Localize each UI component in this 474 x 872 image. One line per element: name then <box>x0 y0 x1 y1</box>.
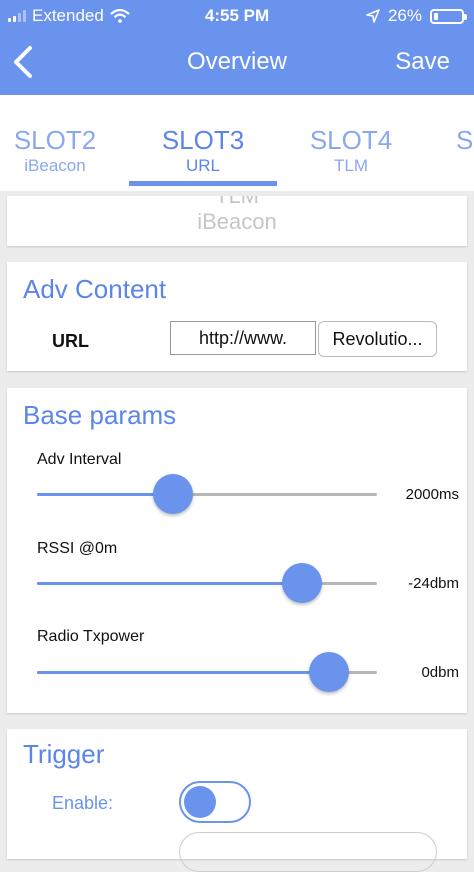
active-tab-indicator <box>129 181 277 186</box>
tab-name: SLOT4 <box>309 125 393 155</box>
url-label: URL <box>52 331 89 351</box>
enable-label: Enable: <box>52 793 114 813</box>
tab-name: SLOT3 <box>161 125 245 155</box>
nav-bar: Overview Save <box>0 30 474 95</box>
enable-toggle[interactable] <box>179 781 251 823</box>
save-button[interactable]: Save <box>395 48 450 76</box>
tab-name: S <box>456 125 474 155</box>
rssi-value: -24dbm <box>408 575 459 592</box>
tab-slot4[interactable]: SLOT4 TLM <box>276 125 426 177</box>
trigger-type-field[interactable] <box>179 832 437 872</box>
rssi-label: RSSI @0m <box>37 540 118 557</box>
app-header: Extended 4:55 PM 26% Overview Save <box>0 0 474 95</box>
url-value-button[interactable]: Revolutio... <box>318 321 437 357</box>
slider-thumb[interactable] <box>309 652 350 692</box>
adv-content-card: Adv Content URL http://www. Revolutio... <box>7 262 467 371</box>
tab-name: SLOT2 <box>13 125 97 155</box>
picker-option[interactable]: TLM <box>7 196 467 208</box>
adv-interval-slider[interactable] <box>37 474 377 514</box>
txpower-value: 0dbm <box>421 664 459 681</box>
picker-option[interactable]: iBeacon <box>7 210 467 234</box>
tab-sub: TLM <box>334 156 368 175</box>
adv-interval-label: Adv Interval <box>37 451 122 468</box>
adv-interval-value: 2000ms <box>405 486 459 503</box>
tab-slot2[interactable]: SLOT2 iBeacon <box>0 125 130 177</box>
tab-slot5[interactable]: S <box>456 125 474 155</box>
trigger-card: Trigger Enable: <box>7 729 467 872</box>
section-title: Trigger <box>23 739 105 769</box>
section-title: Adv Content <box>23 274 167 304</box>
section-title: Base params <box>23 400 177 430</box>
status-bar: Extended 4:55 PM 26% <box>0 0 474 30</box>
battery-percent: 26% <box>387 6 422 25</box>
location-arrow-icon <box>366 9 380 23</box>
txpower-slider[interactable] <box>37 652 377 692</box>
txpower-label: Radio Txpower <box>37 628 145 645</box>
battery-icon <box>430 8 467 24</box>
tab-sub: iBeacon <box>24 156 86 175</box>
tab-slot3[interactable]: SLOT3 URL <box>128 125 278 177</box>
slider-thumb[interactable] <box>282 563 323 603</box>
base-params-card: Base params Adv Interval 2000ms RSSI @0m… <box>7 388 467 713</box>
slot-tabs: SLOT2 iBeacon SLOT3 URL SLOT4 TLM S <box>0 95 474 191</box>
tab-sub: URL <box>185 156 220 175</box>
rssi-slider[interactable] <box>37 563 377 603</box>
slider-thumb[interactable] <box>153 474 193 514</box>
url-prefix-field[interactable]: http://www. <box>170 321 316 355</box>
toggle-knob <box>184 786 216 818</box>
frame-type-picker[interactable]: TLM iBeacon <box>7 196 467 246</box>
